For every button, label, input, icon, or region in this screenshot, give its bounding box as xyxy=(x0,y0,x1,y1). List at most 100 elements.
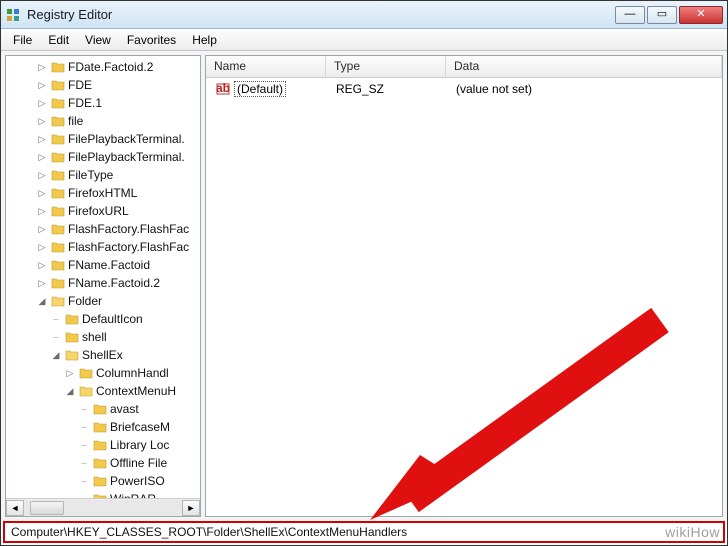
registry-editor-window: Registry Editor — ▭ ✕ File Edit View Fav… xyxy=(0,0,728,546)
menu-file[interactable]: File xyxy=(5,31,40,49)
tree-item[interactable]: ▷FDE xyxy=(8,76,200,94)
tree-label: WinRAR xyxy=(110,492,156,498)
tree-connector-icon[interactable]: ▷ xyxy=(36,241,48,253)
tree-connector-icon[interactable]: ◢ xyxy=(50,349,62,361)
tree-connector-icon[interactable]: ◢ xyxy=(64,385,76,397)
folder-icon xyxy=(93,456,107,470)
tree-label: FlashFactory.FlashFac xyxy=(68,222,189,236)
string-value-icon: ab xyxy=(216,82,230,96)
tree-item[interactable]: ····shell xyxy=(8,328,200,346)
col-type[interactable]: Type xyxy=(326,56,446,77)
tree-connector-icon[interactable]: ▷ xyxy=(36,187,48,199)
tree-item[interactable]: ▷FDate.Factoid.2 xyxy=(8,58,200,76)
tree-item[interactable]: ···· avast xyxy=(8,400,200,418)
tree-view[interactable]: ▷FDate.Factoid.2▷FDE▷FDE.1▷file▷FilePlay… xyxy=(6,56,200,498)
tree-connector-icon[interactable]: ▷ xyxy=(36,223,48,235)
tree-label: FirefoxHTML xyxy=(68,186,137,200)
tree-connector-icon[interactable]: ▷ xyxy=(36,205,48,217)
tree-item[interactable]: ····WinRAR xyxy=(8,490,200,498)
folder-icon xyxy=(51,96,65,110)
tree-item[interactable]: ▷ FirefoxHTML xyxy=(8,184,200,202)
tree-label: FlashFactory.FlashFac xyxy=(68,240,189,254)
svg-text:ab: ab xyxy=(216,82,230,95)
folder-icon xyxy=(93,474,107,488)
tree-connector-icon[interactable]: ▷ xyxy=(36,61,48,73)
scroll-right-button[interactable]: ► xyxy=(182,500,200,516)
tree-label: avast xyxy=(110,402,139,416)
folder-icon xyxy=(79,366,93,380)
tree-item[interactable]: ····Library Loc xyxy=(8,436,200,454)
tree-connector-icon[interactable]: ▷ xyxy=(36,277,48,289)
tree-item[interactable]: ····DefaultIcon xyxy=(8,310,200,328)
window-title: Registry Editor xyxy=(27,7,613,22)
titlebar[interactable]: Registry Editor — ▭ ✕ xyxy=(1,1,727,29)
folder-icon xyxy=(65,330,79,344)
folder-icon xyxy=(79,384,93,398)
tree-connector-icon: ···· xyxy=(78,403,90,415)
tree-item[interactable]: ▷FirefoxURL xyxy=(8,202,200,220)
minimize-button[interactable]: — xyxy=(615,6,645,24)
tree-label: FName.Factoid xyxy=(68,258,150,272)
tree-label: ContextMenuH xyxy=(96,384,176,398)
tree-connector-icon[interactable]: ▷ xyxy=(36,79,48,91)
app-icon xyxy=(5,7,21,23)
tree-item-shellex[interactable]: ◢ShellEx xyxy=(8,346,200,364)
folder-icon xyxy=(51,60,65,74)
tree-connector-icon: ···· xyxy=(78,421,90,433)
tree-item[interactable]: ▷ FName.Factoid xyxy=(8,256,200,274)
tree-label: BriefcaseM xyxy=(110,420,170,434)
menu-favorites[interactable]: Favorites xyxy=(119,31,184,49)
tree-connector-icon[interactable]: ◢ xyxy=(36,295,48,307)
tree-panel: ▷FDate.Factoid.2▷FDE▷FDE.1▷file▷FilePlay… xyxy=(5,55,201,517)
scroll-left-button[interactable]: ◄ xyxy=(6,500,24,516)
folder-icon xyxy=(51,204,65,218)
close-button[interactable]: ✕ xyxy=(679,6,723,24)
tree-connector-icon[interactable]: ▷ xyxy=(36,259,48,271)
list-body[interactable]: ab (Default) REG_SZ (value not set) xyxy=(206,78,722,100)
tree-item[interactable]: ···· BriefcaseM xyxy=(8,418,200,436)
tree-connector-icon[interactable]: ▷ xyxy=(36,169,48,181)
tree-item-contextmenuhandlers[interactable]: ◢ ContextMenuH xyxy=(8,382,200,400)
folder-icon xyxy=(51,240,65,254)
tree-connector-icon: ···· xyxy=(50,331,62,343)
folder-icon xyxy=(51,294,65,308)
tree-item[interactable]: ▷ FileType xyxy=(8,166,200,184)
tree-item[interactable]: ▷ FilePlaybackTerminal. xyxy=(8,148,200,166)
tree-item[interactable]: ▷FName.Factoid.2 xyxy=(8,274,200,292)
tree-item[interactable]: ▷ file xyxy=(8,112,200,130)
tree-item[interactable]: ▷FDE.1 xyxy=(8,94,200,112)
tree-item[interactable]: ····PowerISO xyxy=(8,472,200,490)
col-name[interactable]: Name xyxy=(206,56,326,77)
folder-icon xyxy=(65,312,79,326)
tree-connector-icon[interactable]: ▷ xyxy=(36,97,48,109)
menu-help[interactable]: Help xyxy=(184,31,225,49)
scroll-thumb[interactable] xyxy=(30,501,64,515)
statusbar-path: Computer\HKEY_CLASSES_ROOT\Folder\ShellE… xyxy=(11,525,407,539)
tree-connector-icon[interactable]: ▷ xyxy=(36,115,48,127)
tree-connector-icon[interactable]: ▷ xyxy=(64,367,76,379)
menu-edit[interactable]: Edit xyxy=(40,31,77,49)
tree-item[interactable]: ▷ FlashFactory.FlashFac xyxy=(8,238,200,256)
folder-icon xyxy=(51,186,65,200)
tree-item[interactable]: ▷FilePlaybackTerminal. xyxy=(8,130,200,148)
tree-label: FileType xyxy=(68,168,113,182)
values-panel: Name Type Data ab (Default) REG_SZ (valu… xyxy=(205,55,723,517)
tree-hscrollbar[interactable]: ◄ ► xyxy=(6,498,200,516)
maximize-button[interactable]: ▭ xyxy=(647,6,677,24)
menu-view[interactable]: View xyxy=(77,31,119,49)
folder-icon xyxy=(93,438,107,452)
tree-item[interactable]: ▷ FlashFactory.FlashFac xyxy=(8,220,200,238)
folder-icon xyxy=(93,402,107,416)
tree-connector-icon[interactable]: ▷ xyxy=(36,133,48,145)
value-row[interactable]: ab (Default) REG_SZ (value not set) xyxy=(208,80,720,98)
tree-label: FilePlaybackTerminal. xyxy=(68,150,185,164)
col-data[interactable]: Data xyxy=(446,56,722,77)
tree-label: file xyxy=(68,114,83,128)
tree-connector-icon[interactable]: ▷ xyxy=(36,151,48,163)
tree-item[interactable]: ····Offline File xyxy=(8,454,200,472)
scroll-track[interactable] xyxy=(24,500,182,516)
tree-item-folder[interactable]: ◢Folder xyxy=(8,292,200,310)
folder-icon xyxy=(51,132,65,146)
tree-connector-icon: ···· xyxy=(78,457,90,469)
tree-item[interactable]: ▷ColumnHandl xyxy=(8,364,200,382)
